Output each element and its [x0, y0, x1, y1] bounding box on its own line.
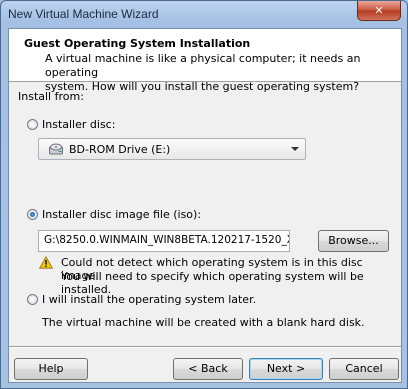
install-from-label: Install from: [18, 90, 84, 103]
iso-label[interactable]: Installer disc image file (iso): [42, 208, 201, 221]
install-later-note: The virtual machine will be created with… [42, 316, 365, 329]
browse-button[interactable]: Browse... [318, 230, 389, 252]
description-line-1: A virtual machine is like a physical com… [45, 52, 361, 79]
chevron-down-icon [291, 147, 299, 151]
title-bar[interactable]: New Virtual Machine Wizard ✕ [1, 1, 407, 27]
wizard-window: New Virtual Machine Wizard ✕ Guest Opera… [0, 0, 408, 389]
description-line-2: system. How will you install the guest o… [45, 80, 360, 93]
disc-drive-icon [49, 143, 63, 155]
iso-radio[interactable] [27, 209, 38, 220]
disc-drive-select[interactable]: BD-ROM Drive (E:) [38, 138, 306, 160]
help-button[interactable]: Help [14, 358, 88, 380]
page-title: Guest Operating System Installation [24, 37, 251, 50]
iso-path-field[interactable]: G:\8250.0.WINMAIN_WIN8BETA.120217-1520_X… [38, 230, 290, 252]
window-title: New Virtual Machine Wizard [8, 7, 159, 21]
wizard-body: Guest Operating System Installation A vi… [8, 28, 402, 383]
close-icon: ✕ [374, 4, 384, 17]
next-button[interactable]: Next > [249, 358, 323, 380]
page-description: A virtual machine is like a physical com… [45, 52, 385, 94]
installer-disc-radio[interactable] [27, 119, 38, 130]
footer-divider [9, 346, 401, 348]
install-later-label[interactable]: I will install the operating system late… [42, 293, 256, 306]
iso-path-value: G:\8250.0.WINMAIN_WIN8BETA.120217-1520_X… [44, 234, 289, 246]
back-button[interactable]: < Back [173, 358, 243, 380]
install-later-radio[interactable] [27, 294, 38, 305]
close-button[interactable]: ✕ [357, 1, 401, 21]
disc-drive-value: BD-ROM Drive (E:) [69, 143, 171, 156]
installer-disc-label[interactable]: Installer disc: [42, 118, 115, 131]
warning-icon [39, 256, 53, 269]
cancel-button[interactable]: Cancel [329, 358, 399, 380]
wizard-header: Guest Operating System Installation A vi… [9, 29, 401, 93]
